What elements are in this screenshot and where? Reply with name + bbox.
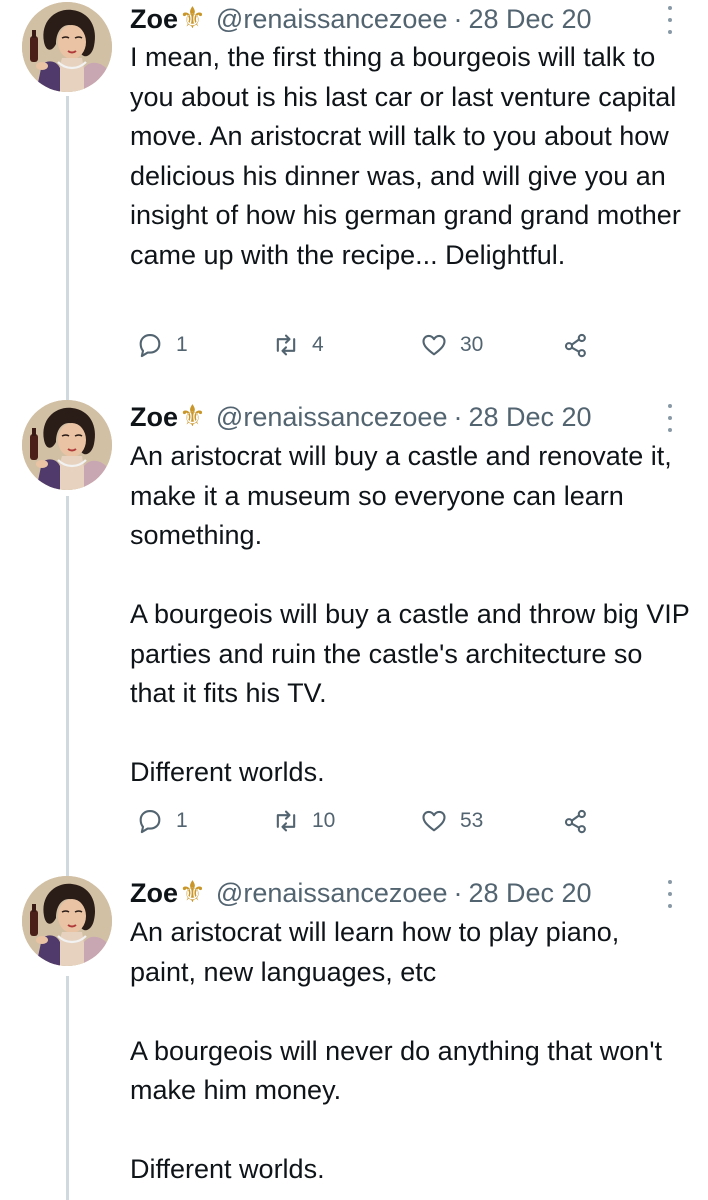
fleur-de-lis-icon: ⚜ xyxy=(179,876,206,909)
heart-icon xyxy=(422,810,446,832)
thread-connector-line xyxy=(66,976,69,1200)
retweet-count: 10 xyxy=(312,809,336,832)
like-count: 30 xyxy=(460,333,484,356)
tweet-paragraph: Different worlds. xyxy=(130,1154,325,1184)
author-name[interactable]: Zoe xyxy=(130,2,178,36)
tweet[interactable]: Zoe ⚜ @renaissancezoee · 28 Dec 20 An ar… xyxy=(0,388,708,876)
tweet-header: Zoe ⚜ @renaissancezoee · 28 Dec 20 xyxy=(130,2,688,36)
fleur-de-lis-icon: ⚜ xyxy=(179,400,206,433)
tweet-text: An aristocrat will buy a castle and reno… xyxy=(130,437,690,793)
retweet-icon xyxy=(276,810,296,832)
heart-icon xyxy=(422,334,446,356)
tweet-paragraph: An aristocrat will buy a castle and reno… xyxy=(130,441,672,550)
vintage-woman-portrait-avatar-icon xyxy=(22,876,112,966)
share-icon xyxy=(564,333,586,358)
vintage-woman-portrait-avatar-icon xyxy=(22,2,112,92)
tweet-actions: 1 4 30 xyxy=(130,330,610,360)
avatar[interactable] xyxy=(22,876,112,966)
reply-count: 1 xyxy=(176,809,188,832)
tweet-paragraph: I mean, the first thing a bourgeois will… xyxy=(130,42,681,270)
share-icon xyxy=(564,809,586,834)
thread-connector-line xyxy=(66,96,69,400)
tweet[interactable]: Zoe ⚜ @renaissancezoee · 28 Dec 20 I mea… xyxy=(0,0,708,400)
more-options-icon[interactable] xyxy=(660,6,680,34)
fleur-de-lis-icon: ⚜ xyxy=(179,2,206,35)
tweet-paragraph: A bourgeois will buy a castle and throw … xyxy=(130,599,690,708)
author-name[interactable]: Zoe xyxy=(130,400,178,434)
like-count: 53 xyxy=(460,809,484,832)
reply-count: 1 xyxy=(176,333,188,356)
tweet-paragraph: An aristocrat will learn how to play pia… xyxy=(130,917,620,987)
retweet-icon xyxy=(276,334,296,356)
share-button[interactable] xyxy=(562,806,590,836)
header-separator: · xyxy=(453,402,463,432)
retweet-button[interactable]: 4 xyxy=(272,330,324,360)
author-handle[interactable]: @renaissancezoee xyxy=(216,400,448,434)
reply-icon xyxy=(139,334,161,358)
tweet-date[interactable]: 28 Dec 20 xyxy=(468,876,591,910)
tweet-header: Zoe ⚜ @renaissancezoee · 28 Dec 20 xyxy=(130,876,688,910)
reply-icon xyxy=(139,810,161,834)
tweet-paragraph: Different worlds. xyxy=(130,757,325,787)
header-separator: · xyxy=(453,878,463,908)
tweet[interactable]: Zoe ⚜ @renaissancezoee · 28 Dec 20 An ar… xyxy=(0,864,708,1200)
retweet-count: 4 xyxy=(312,333,324,356)
tweet-header: Zoe ⚜ @renaissancezoee · 28 Dec 20 xyxy=(130,400,688,434)
reply-button[interactable]: 1 xyxy=(136,330,188,360)
more-options-icon[interactable] xyxy=(660,880,680,908)
share-button[interactable] xyxy=(562,330,590,360)
tweet-thread: Zoe ⚜ @renaissancezoee · 28 Dec 20 I mea… xyxy=(0,0,708,1200)
tweet-paragraph: A bourgeois will never do anything that … xyxy=(130,1035,662,1106)
vintage-woman-portrait-avatar-icon xyxy=(22,400,112,490)
more-options-icon[interactable] xyxy=(660,404,680,432)
thread-connector-line xyxy=(66,496,69,876)
like-button[interactable]: 53 xyxy=(420,806,483,836)
tweet-date[interactable]: 28 Dec 20 xyxy=(468,2,591,36)
reply-button[interactable]: 1 xyxy=(136,806,188,836)
tweet-text: An aristocrat will learn how to play pia… xyxy=(130,913,690,1190)
author-handle[interactable]: @renaissancezoee xyxy=(216,2,448,36)
author-name[interactable]: Zoe xyxy=(130,876,178,910)
like-button[interactable]: 30 xyxy=(420,330,483,360)
author-handle[interactable]: @renaissancezoee xyxy=(216,876,448,910)
tweet-actions: 1 10 53 xyxy=(130,806,610,836)
retweet-button[interactable]: 10 xyxy=(272,806,335,836)
avatar[interactable] xyxy=(22,2,112,92)
header-separator: · xyxy=(453,4,463,34)
avatar[interactable] xyxy=(22,400,112,490)
tweet-date[interactable]: 28 Dec 20 xyxy=(468,400,591,434)
tweet-text: I mean, the first thing a bourgeois will… xyxy=(130,38,690,275)
